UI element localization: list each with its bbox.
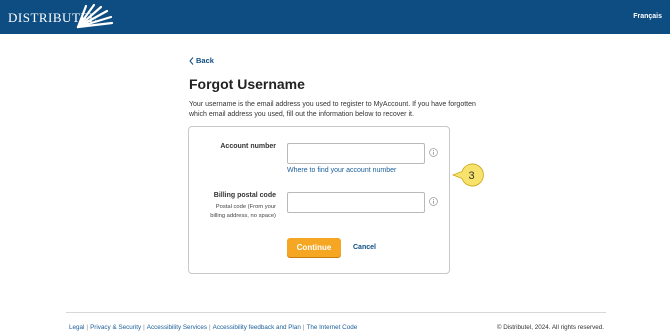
back-link[interactable]: Back	[189, 56, 214, 65]
footer-divider	[66, 312, 606, 313]
page-title: Forgot Username	[189, 76, 305, 92]
find-account-number-link[interactable]: Where to find your account number	[287, 167, 396, 174]
step-number: 3	[468, 170, 474, 182]
continue-button[interactable]: Continue	[287, 238, 341, 257]
info-icon[interactable]	[429, 197, 438, 206]
footer-link-privacy[interactable]: Privacy & Security	[90, 324, 141, 331]
step-marker: 3	[451, 163, 486, 192]
chevron-left-icon	[189, 56, 194, 65]
cancel-button[interactable]: Cancel	[353, 244, 376, 251]
language-toggle-link[interactable]: Français	[633, 13, 662, 20]
footer-link-internet-code[interactable]: The Internet Code	[306, 324, 357, 331]
sunburst-icon	[76, 3, 114, 29]
postal-code-hint: Postal code (From your billing address, …	[210, 204, 276, 219]
postal-code-label: Billing postal code	[213, 192, 276, 199]
footer-link-accessibility-services[interactable]: Accessibility Services	[147, 324, 207, 331]
account-number-label: Account number	[220, 143, 276, 150]
postal-code-input[interactable]	[287, 192, 425, 213]
footer-links: Legal | Privacy & Security | Accessibility S…	[69, 324, 358, 331]
footer-link-legal[interactable]: Legal	[69, 324, 84, 331]
intro-text: Your username is the email address you u…	[189, 101, 476, 118]
back-label: Back	[196, 56, 214, 65]
account-number-input[interactable]	[287, 143, 425, 164]
info-icon[interactable]	[429, 148, 438, 157]
top-bar: DISTRIBUTEL Français	[0, 0, 670, 34]
footer-link-accessibility-feedback[interactable]: Accessibility feedback and Plan	[213, 324, 301, 331]
distributel-logo[interactable]: DISTRIBUTEL	[8, 3, 114, 29]
copyright-text: © Distributel, 2024. All rights reserved…	[496, 324, 604, 331]
